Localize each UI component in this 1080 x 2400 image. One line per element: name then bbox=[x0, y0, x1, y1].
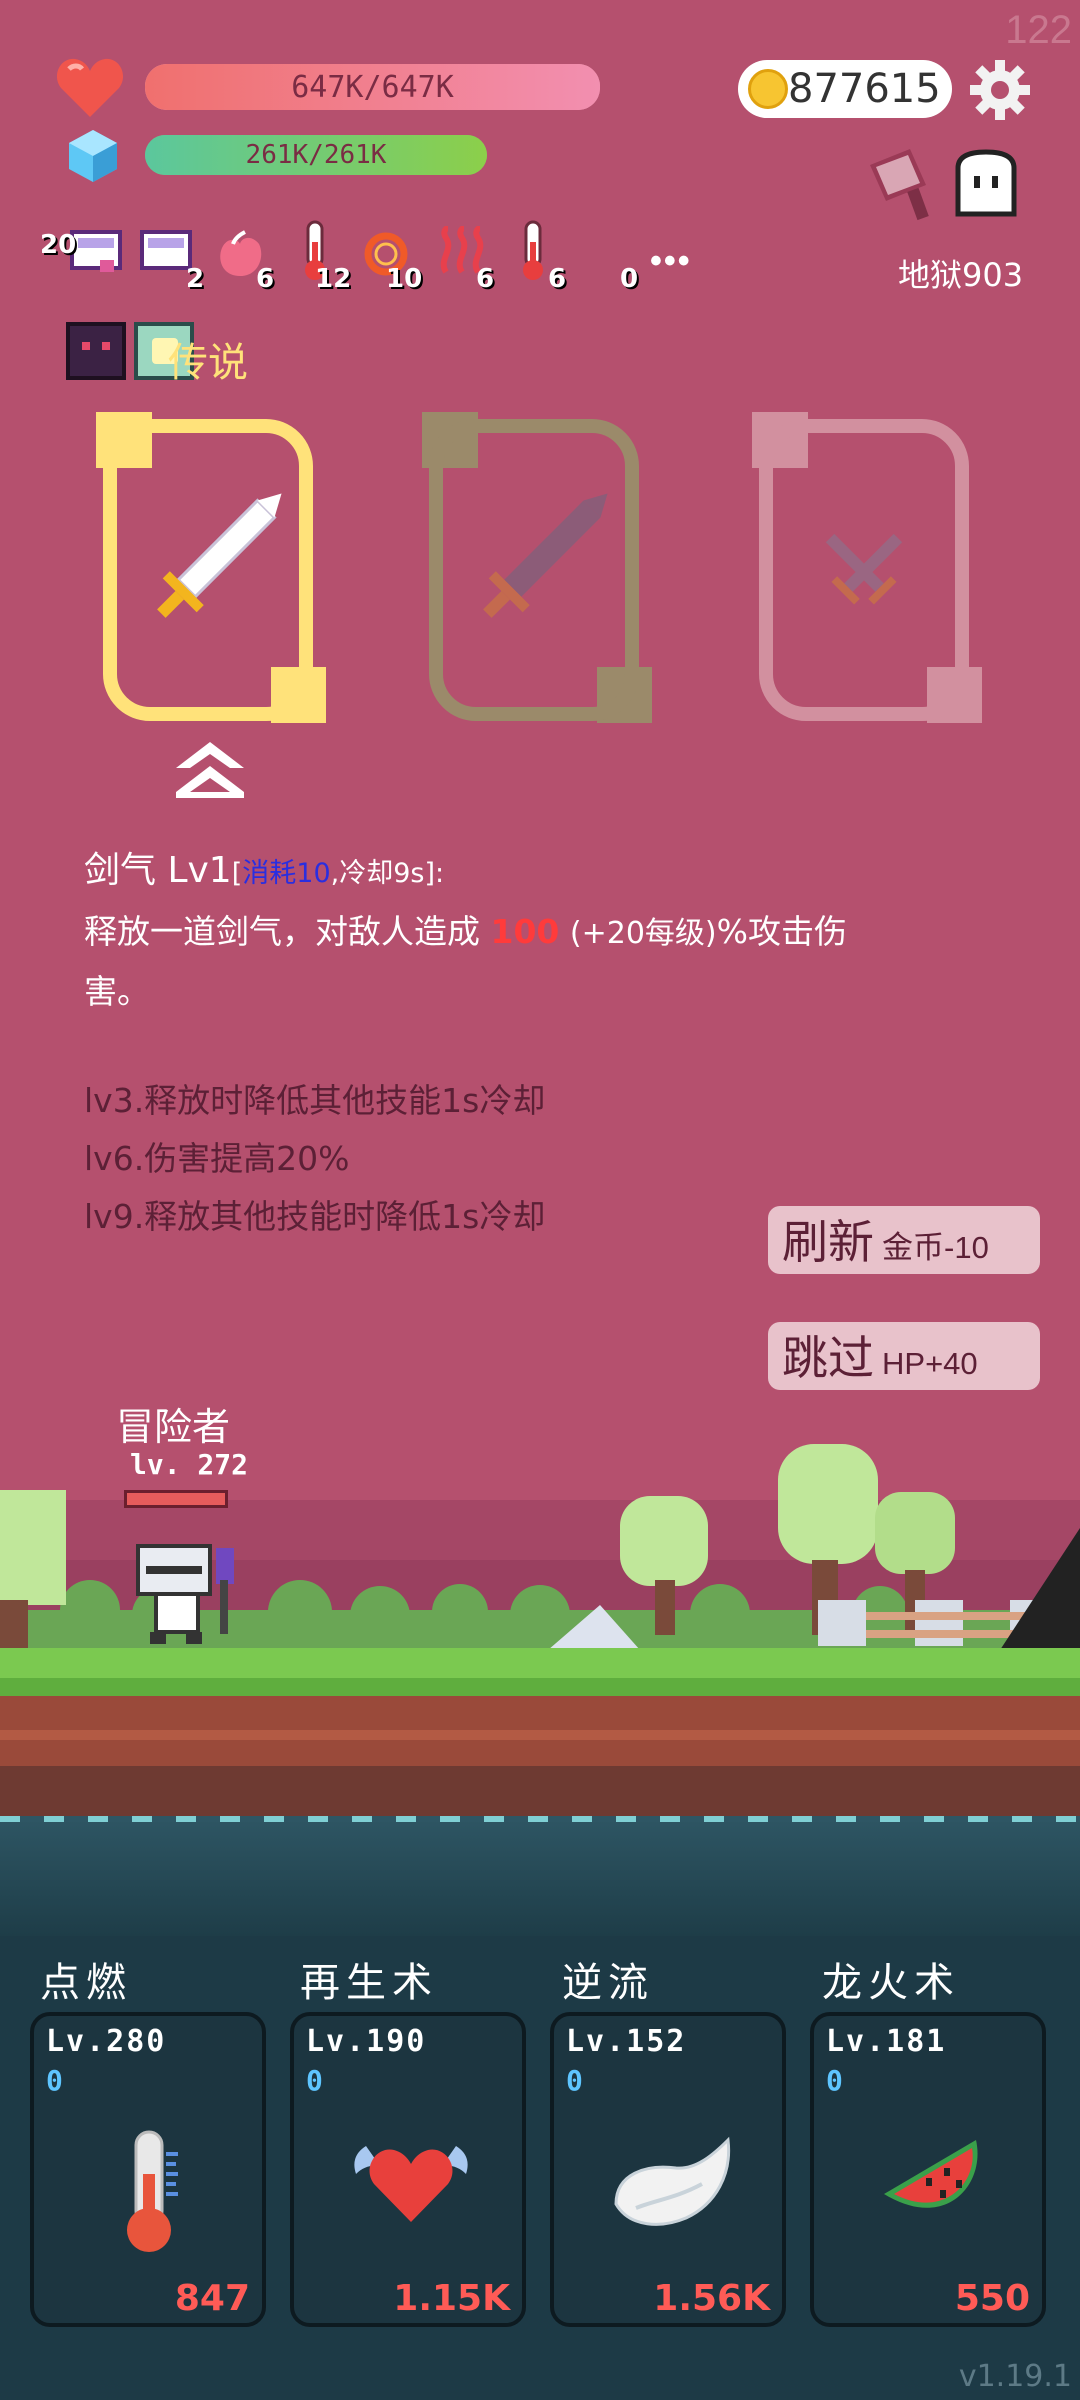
skip-reward: HP+40 bbox=[882, 1346, 978, 1381]
upgrade-item: lv3.释放时降低其他技能1s冷却 bbox=[84, 1081, 546, 1120]
player-level: lv. 272 bbox=[130, 1448, 249, 1481]
gold-amount: 877615 bbox=[788, 66, 941, 112]
skill-name: 逆流 bbox=[562, 1960, 654, 2006]
thermometer-icon bbox=[518, 220, 548, 287]
skill-name: 再生术 bbox=[300, 1960, 438, 2006]
skill-name: 点燃 bbox=[40, 1960, 132, 2006]
effect-text-end: %攻击伤 bbox=[716, 912, 847, 951]
skill-card-ignite[interactable]: Lv.280 0 847 bbox=[30, 2012, 266, 2327]
more-icon[interactable]: ••• bbox=[650, 242, 692, 281]
player-hp-bar bbox=[124, 1490, 228, 1508]
skill-card-backflow[interactable]: Lv.152 0 1.56K bbox=[550, 2012, 786, 2327]
heart-icon bbox=[55, 55, 125, 120]
version-label: v1.19.1 bbox=[958, 2359, 1072, 2394]
skip-button[interactable]: 跳过 HP+40 bbox=[768, 1322, 1040, 1390]
skill-description: 剑气 Lv1[消耗10,冷却9s]: 释放一道剑气，对敌人造成 100 (+20… bbox=[84, 842, 1004, 1021]
skill-level: Lv.181 bbox=[826, 2024, 947, 2059]
cleaver-icon[interactable] bbox=[862, 145, 942, 225]
status-count: 12 bbox=[315, 264, 352, 294]
effect-text: 释放一道剑气，对敌人造成 bbox=[84, 912, 480, 951]
skill-effect-line: 释放一道剑气，对敌人造成 100 (+20每级)%攻击伤 bbox=[84, 903, 1004, 963]
water-area bbox=[0, 1816, 1080, 1936]
skill-name-level: 剑气 Lv1 bbox=[84, 850, 232, 891]
scroll-icon bbox=[70, 228, 122, 281]
status-count: 6 bbox=[548, 264, 567, 294]
thermometer-icon bbox=[120, 2128, 184, 2263]
watermelon-icon bbox=[876, 2134, 986, 2239]
bracket-open: [ bbox=[231, 858, 243, 889]
skills-panel: 点燃 再生术 逆流 龙火术 Lv.280 0 847 Lv.190 0 1.15… bbox=[0, 1936, 1080, 2400]
refresh-cost: 金币-10 bbox=[882, 1230, 989, 1265]
upgrade-item: lv9.释放其他技能时降低1s冷却 bbox=[84, 1197, 546, 1236]
settings-gear-icon[interactable] bbox=[968, 58, 1032, 122]
skill-card-regeneration[interactable]: Lv.190 0 1.15K bbox=[290, 2012, 526, 2327]
status-count: 6 bbox=[476, 264, 495, 294]
status-count: 10 bbox=[386, 264, 423, 294]
skill-name: 龙火术 bbox=[822, 1960, 960, 2006]
scroll-icon bbox=[140, 228, 192, 281]
status-count: 20 bbox=[40, 230, 77, 260]
player-name: 冒险者 bbox=[116, 1405, 231, 1449]
monster-portrait-icon bbox=[66, 322, 126, 380]
upgrade-list: lv3.释放时降低其他技能1s冷却 lv6.伤害提高20% lv9.释放其他技能… bbox=[84, 1072, 545, 1246]
skill-charge: 0 bbox=[46, 2064, 63, 2097]
knight-character-icon bbox=[128, 1536, 240, 1646]
effect-scaling: (+20每级) bbox=[569, 916, 717, 951]
skill-level: Lv.280 bbox=[46, 2024, 167, 2059]
skill-level: Lv.152 bbox=[566, 2024, 687, 2059]
upgrade-item: lv6.伤害提高20% bbox=[84, 1139, 350, 1178]
status-effects-bar: 20 2 6 12 10 6 6 ••• 0 bbox=[40, 218, 720, 294]
hp-text: 647K/647K bbox=[291, 69, 454, 105]
skill-cost: 消耗10 bbox=[242, 858, 331, 889]
status-count: 0 bbox=[620, 264, 639, 294]
skill-charge: 0 bbox=[306, 2064, 323, 2097]
refresh-label: 刷新 bbox=[782, 1216, 874, 1268]
mp-text: 261K/261K bbox=[245, 140, 387, 170]
refresh-button[interactable]: 刷新 金币-10 bbox=[768, 1206, 1040, 1274]
skill-header: 剑气 Lv1[消耗10,冷却9s]: bbox=[84, 842, 1004, 903]
effect-text-wrap: 害。 bbox=[84, 972, 150, 1011]
skill-cost: 1.15K bbox=[393, 2278, 510, 2319]
status-count: 6 bbox=[256, 264, 275, 294]
gold-display: 877615 bbox=[738, 60, 952, 118]
coin-icon bbox=[748, 69, 788, 109]
skill-cooldown: ,冷却9s]: bbox=[330, 858, 445, 889]
crystal-icon bbox=[65, 128, 121, 184]
mp-bar: 261K/261K bbox=[145, 135, 487, 175]
hp-bar: 647K/647K bbox=[145, 64, 600, 110]
status-count: 2 bbox=[186, 264, 205, 294]
fps-counter: 122 bbox=[1005, 8, 1072, 52]
ghost-icon[interactable] bbox=[950, 148, 1022, 220]
skill-cost: 1.56K bbox=[653, 2278, 770, 2319]
damage-value: 100 bbox=[490, 912, 560, 951]
skill-charge: 0 bbox=[826, 2064, 843, 2097]
wing-icon bbox=[606, 2134, 736, 2239]
winged-heart-icon bbox=[346, 2126, 476, 2231]
skill-cost: 847 bbox=[174, 2278, 250, 2319]
skill-card-dragon-fire[interactable]: Lv.181 0 550 bbox=[810, 2012, 1046, 2327]
card-crossed-swords[interactable] bbox=[752, 412, 983, 723]
card-iron-sword[interactable] bbox=[422, 412, 653, 723]
rarity-label: 传说 bbox=[168, 340, 248, 386]
skill-cost: 550 bbox=[954, 2278, 1030, 2319]
skill-level: Lv.190 bbox=[306, 2024, 427, 2059]
selected-chevron-up-icon bbox=[174, 740, 246, 805]
card-golden-sword[interactable] bbox=[96, 412, 327, 723]
skip-label: 跳过 bbox=[782, 1332, 874, 1384]
stage-label: 地狱903 bbox=[898, 256, 1024, 294]
skill-charge: 0 bbox=[566, 2064, 583, 2097]
